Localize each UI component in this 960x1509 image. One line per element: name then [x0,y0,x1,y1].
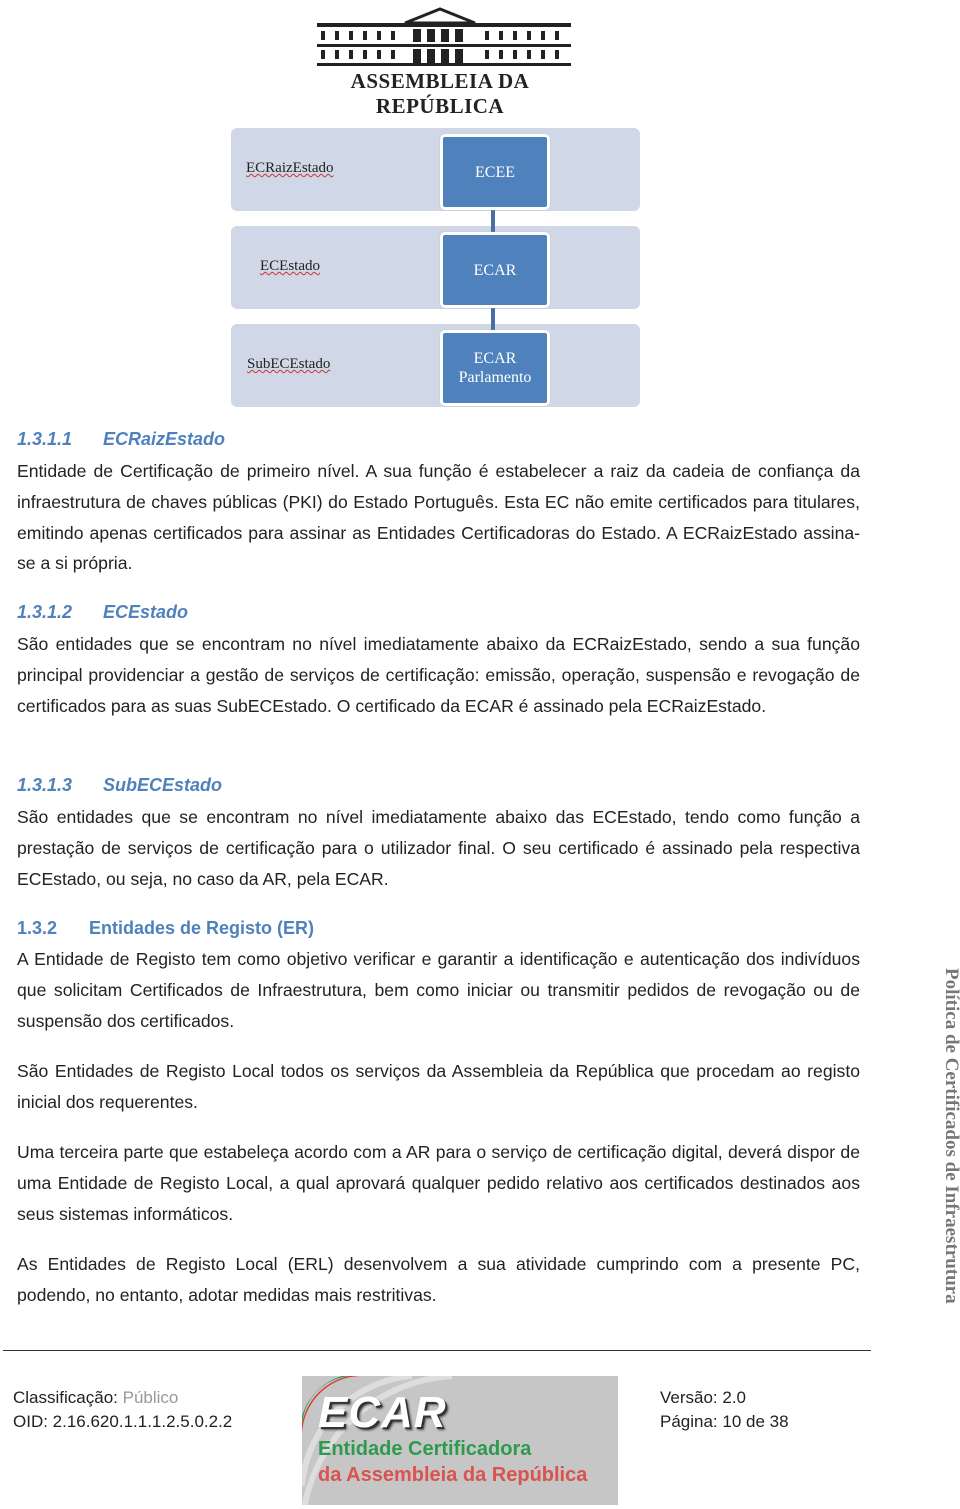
node-label: ECEE [475,163,515,181]
section-title: ECEstado [103,602,189,622]
logo-text: Assembleia da República [350,69,530,118]
level-label: ECRaizEstado [246,160,334,176]
ecar-logo-title: ECAR [318,1388,447,1437]
section-paragraph: Uma terceira parte que estabeleça acordo… [17,1142,860,1224]
classification-value: Público [122,1388,179,1407]
footer-right: Versão: 2.0 Página: 10 de 38 [660,1386,789,1434]
document-page: Assembleia da República ECRaizEstado ECE… [0,0,960,1509]
section-title: SubECEstado [103,775,223,795]
section-heading: 1.3.2 Entidades de Registo (ER) [17,918,314,939]
side-title: Política de Certificados de Infraestrutu… [941,968,960,1304]
node-label: ECAR [473,261,517,279]
section-heading: 1.3.1.3 SubECEstado [17,775,222,796]
section-paragraph: Entidade de Certificação de primeiro nív… [17,461,860,574]
page-number: Página: 10 de 38 [660,1412,789,1431]
section-title: Entidades de Registo (ER) [89,918,315,938]
section-paragraph: São entidades que se encontram no nível … [17,807,860,889]
node-label: Parlamento [458,369,532,386]
level-label: SubECEstado [247,356,331,372]
section-number: 1.3.1.3 [17,775,73,795]
level-label: ECEstado [260,258,320,274]
footer-divider [3,1350,871,1351]
classification-label: Classificação: [13,1388,118,1407]
section-paragraph: São entidades que se encontram no nível … [17,634,860,716]
oid: OID: 2.16.620.1.1.1.2.5.0.2.2 [13,1412,233,1431]
ecar-logo-line1: Entidade Certificadora [318,1438,532,1460]
ecar-logo-line2: da Assembleia da República [318,1464,588,1486]
section-paragraph: As Entidades de Registo Local (ERL) dese… [17,1254,860,1305]
footer-left: Classificação: Público OID: 2.16.620.1.1… [13,1386,232,1434]
ecar-logo: ECAR Entidade Certificadora da Assemblei… [302,1376,618,1505]
version: Versão: 2.0 [660,1388,747,1407]
section-title: ECRaizEstado [103,429,226,449]
section-number: 1.3.1.1 [17,429,73,449]
section-number: 1.3.1.2 [17,602,73,622]
diagram-node: ECEE [440,134,550,210]
section-heading: 1.3.1.1 ECRaizEstado [17,429,225,450]
section-heading: 1.3.1.2 ECEstado [17,602,188,623]
parliament-building-icon [317,7,571,66]
section-paragraph: A Entidade de Registo tem como objetivo … [17,949,860,1031]
diagram-node: ECAR Parlamento [440,330,550,406]
assembleia-logo: Assembleia da República [305,5,575,118]
node-label: ECAR [473,350,517,367]
section-number: 1.3.2 [17,918,58,938]
section-paragraph: São Entidades de Registo Local todos os … [17,1061,860,1112]
diagram-node: ECAR [440,232,550,308]
